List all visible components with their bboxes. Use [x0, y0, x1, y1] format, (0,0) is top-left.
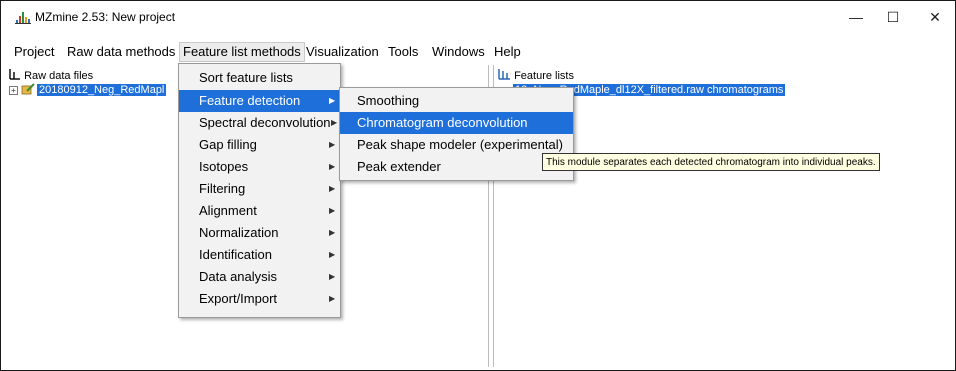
- minimize-icon[interactable]: —: [836, 5, 876, 29]
- submenu-arrow-icon: ▶: [331, 118, 338, 127]
- menu-item-peak-extender[interactable]: Peak extender: [340, 156, 573, 178]
- menu-raw-data-methods[interactable]: Raw data methods: [64, 42, 178, 62]
- raw-data-icon: [9, 69, 20, 80]
- feature-list-methods-menu: Sort feature lists Feature detection ▶ Sp…: [178, 63, 341, 318]
- title-bar[interactable]: MZmine 2.53: New project — ☐ ✕: [1, 1, 955, 32]
- maximize-icon[interactable]: ☐: [873, 5, 913, 29]
- submenu-arrow-icon: ▶: [329, 162, 336, 171]
- mzmine-chart-icon: [15, 12, 31, 24]
- submenu-arrow-icon: ▶: [329, 184, 336, 193]
- menu-feature-list-methods[interactable]: Feature list methods: [179, 42, 305, 62]
- submenu-arrow-icon: ▶: [329, 250, 336, 259]
- submenu-arrow-icon: ▶: [329, 96, 336, 105]
- raw-file-label: 20180912_Neg_RedMapl: [37, 84, 167, 96]
- menu-item-alignment[interactable]: Alignment ▶: [179, 200, 340, 222]
- menu-item-chromatogram-deconvolution[interactable]: Chromatogram deconvolution: [340, 112, 573, 134]
- app-window: MZmine 2.53: New project — ☐ ✕ Project R…: [0, 0, 956, 371]
- menu-bar: Project Raw data methods Feature list me…: [1, 42, 955, 62]
- menu-item-gap-filling[interactable]: Gap filling ▶: [179, 134, 340, 156]
- menu-visualization[interactable]: Visualization: [303, 42, 382, 62]
- submenu-arrow-icon: ▶: [329, 140, 336, 149]
- menu-item-spectral-deconvolution[interactable]: Spectral deconvolution ▶: [179, 112, 340, 134]
- menu-item-export-import[interactable]: Export/Import ▶: [179, 288, 340, 310]
- submenu-arrow-icon: ▶: [329, 294, 336, 303]
- feature-lists-label: Feature lists: [514, 70, 574, 82]
- menu-project[interactable]: Project: [11, 42, 57, 62]
- menu-item-sort-feature-lists[interactable]: Sort feature lists: [179, 67, 340, 89]
- menu-help[interactable]: Help: [491, 42, 524, 62]
- feature-lists-header[interactable]: Feature lists: [498, 69, 574, 82]
- menu-item-normalization[interactable]: Normalization ▶: [179, 222, 340, 244]
- submenu-arrow-icon: ▶: [329, 272, 336, 281]
- submenu-arrow-icon: ▶: [329, 206, 336, 215]
- close-icon[interactable]: ✕: [915, 5, 955, 29]
- submenu-arrow-icon: ▶: [329, 228, 336, 237]
- raw-data-files-label: Raw data files: [24, 70, 94, 82]
- raw-data-header[interactable]: Raw data files: [9, 69, 93, 82]
- raw-file-row[interactable]: + 20180912_Neg_RedMapl: [9, 83, 167, 97]
- menu-item-peak-shape-modeler[interactable]: Peak shape modeler (experimental): [340, 134, 573, 156]
- feature-list-icon: [498, 69, 510, 80]
- menu-item-feature-detection[interactable]: Feature detection ▶: [179, 90, 340, 112]
- menu-item-filtering[interactable]: Filtering ▶: [179, 178, 340, 200]
- menu-tools[interactable]: Tools: [385, 42, 421, 62]
- window-title: MZmine 2.53: New project: [35, 10, 176, 24]
- menu-item-isotopes[interactable]: Isotopes ▶: [179, 156, 340, 178]
- expand-icon[interactable]: +: [9, 85, 18, 95]
- raw-file-icon: [21, 83, 35, 95]
- feature-detection-submenu: Smoothing Chromatogram deconvolution Pea…: [339, 87, 574, 181]
- menu-windows[interactable]: Windows: [429, 42, 488, 62]
- menu-item-data-analysis[interactable]: Data analysis ▶: [179, 266, 340, 288]
- menu-item-smoothing[interactable]: Smoothing: [340, 90, 573, 112]
- menu-item-identification[interactable]: Identification ▶: [179, 244, 340, 266]
- tooltip: This module separates each detected chro…: [542, 153, 880, 171]
